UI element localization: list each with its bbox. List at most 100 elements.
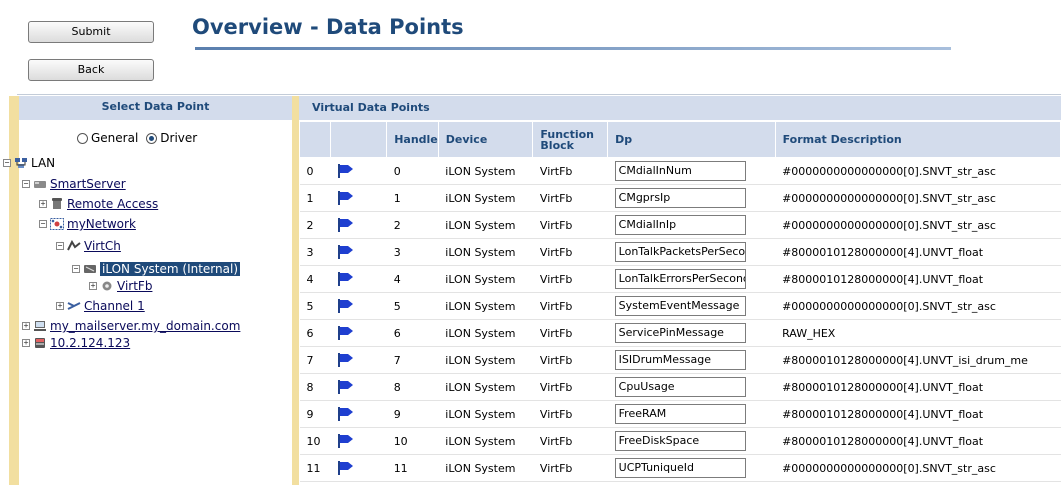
device-icon (84, 265, 96, 273)
cell-format: #0000000000000000[0].SNVT_str_asc (775, 454, 1061, 482)
table-row[interactable]: 9 9 iLON System VirtFb FreeRAM #8000010128000… (299, 400, 1061, 428)
row-index: 9 (299, 400, 331, 428)
cell-function-block: VirtFb (532, 292, 608, 320)
dp-input[interactable]: SystemEventMessage (614, 296, 746, 316)
dp-input[interactable]: ServicePinMessage (614, 323, 746, 343)
radio-general-label[interactable]: General (91, 131, 138, 145)
data-point-flag-icon[interactable] (330, 346, 387, 374)
expand-icon[interactable]: + (22, 322, 30, 330)
dp-input[interactable]: LonTalkErrorsPerSecond (614, 269, 746, 289)
dp-input[interactable]: ISIDrumMessage (614, 350, 746, 370)
col-format[interactable]: Format Description (774, 121, 1061, 158)
table-row[interactable]: 2 2 iLON System VirtFb CMdialInIp #0000000000… (299, 211, 1061, 239)
data-point-flag-icon[interactable] (330, 319, 387, 347)
table-row[interactable]: 10 10 iLON System VirtFb FreeDiskSpace #80000… (299, 427, 1061, 455)
table-row[interactable]: 3 3 iLON System VirtFb LonTalkPacketsPerSeco… (299, 238, 1061, 266)
tree-node-ilon-system[interactable]: − iLON System (Internal) (72, 261, 241, 277)
dp-input[interactable]: FreeRAM (614, 404, 746, 424)
cell-function-block: VirtFb (532, 454, 608, 482)
tree-node-smartserver[interactable]: − SmartServer (22, 176, 126, 192)
table-row[interactable]: 4 4 iLON System VirtFb LonTalkErrorsPerSecon… (299, 265, 1061, 293)
data-point-flag-icon[interactable] (330, 238, 387, 266)
table-row[interactable]: 7 7 iLON System VirtFb ISIDrumMessage #800001… (299, 346, 1061, 374)
cell-function-block: VirtFb (532, 157, 608, 185)
collapse-icon[interactable]: − (56, 242, 64, 250)
expand-icon[interactable]: + (89, 282, 97, 290)
tree-node-mailserver[interactable]: + my_mailserver.my_domain.com (22, 318, 240, 334)
table-row[interactable]: 6 6 iLON System VirtFb ServicePinMessage RAW_… (299, 319, 1061, 347)
tree-node-mynetwork[interactable]: − myNetwork (39, 216, 136, 232)
cell-function-block: VirtFb (532, 400, 608, 428)
tree-label-ilon-system: iLON System (Internal) (100, 262, 241, 276)
dp-input[interactable]: CMdialInNum (614, 161, 746, 181)
cell-format: #0000000000000000[0].SNVT_str_asc (775, 211, 1061, 239)
data-point-flag-icon[interactable] (330, 427, 387, 455)
collapse-icon[interactable]: − (72, 265, 80, 273)
data-point-flag-icon[interactable] (330, 211, 387, 239)
col-handle[interactable]: Handle (386, 121, 439, 158)
data-point-flag-icon[interactable] (330, 292, 387, 320)
panel-splitter[interactable] (292, 96, 299, 485)
cell-dp: SystemEventMessage (607, 292, 776, 320)
cell-format: #8000010128000000[4].UNVT_float (775, 427, 1061, 455)
table-header-row: Handle Device Function Block Dp Format D… (299, 121, 1061, 158)
expand-icon[interactable]: + (39, 200, 47, 208)
cell-device: iLON System (438, 265, 533, 293)
virtual-data-points-header: Virtual Data Points (299, 96, 1061, 120)
expand-icon[interactable]: + (56, 302, 64, 310)
expand-icon[interactable]: + (22, 339, 30, 347)
dp-input[interactable]: LonTalkPacketsPerSecond (614, 242, 746, 262)
data-point-flag-icon[interactable] (330, 400, 387, 428)
col-function-block[interactable]: Function Block (532, 121, 609, 158)
cell-device: iLON System (438, 373, 533, 401)
table-row[interactable]: 0 0 iLON System VirtFb CMdialInNum #000000000… (299, 157, 1061, 185)
cell-dp: UCPTuniqueId (607, 454, 776, 482)
cell-device: iLON System (438, 427, 533, 455)
data-point-flag-icon[interactable] (330, 184, 387, 212)
cell-handle: 1 (386, 184, 439, 212)
server-icon (35, 338, 45, 348)
dp-input[interactable]: CpuUsage (614, 377, 746, 397)
tree-node-remote-access[interactable]: + Remote Access (39, 196, 158, 212)
tree-node-channel1[interactable]: + Channel 1 (56, 298, 145, 314)
data-point-flag-icon[interactable] (330, 157, 387, 185)
cell-handle: 0 (386, 157, 439, 185)
tree-node-virtfb[interactable]: + VirtFb (89, 278, 152, 294)
tree-label-remote-access: Remote Access (67, 197, 159, 211)
tree-label-mailserver: my_mailserver.my_domain.com (50, 319, 241, 333)
table-row[interactable]: 1 1 iLON System VirtFb CMgprsIp #000000000000… (299, 184, 1061, 212)
channel-icon (67, 302, 81, 310)
cell-dp: ISIDrumMessage (607, 346, 776, 374)
data-point-flag-icon[interactable] (330, 373, 387, 401)
back-button[interactable]: Back (28, 59, 154, 81)
cell-device: iLON System (438, 319, 533, 347)
cell-device: iLON System (438, 454, 533, 482)
select-data-point-heading: Select Data Point (19, 96, 292, 120)
tree-node-lan[interactable]: − LAN (3, 155, 55, 171)
collapse-icon[interactable]: − (3, 159, 11, 167)
cell-handle: 8 (386, 373, 439, 401)
data-point-flag-icon[interactable] (330, 265, 387, 293)
collapse-icon[interactable]: − (22, 180, 30, 188)
dp-input[interactable]: CMdialInIp (614, 215, 746, 235)
col-device[interactable]: Device (437, 121, 534, 158)
table-row[interactable]: 11 11 iLON System VirtFb UCPTuniqueId #000000… (299, 454, 1061, 482)
tree-node-ip[interactable]: + 10.2.124.123 (22, 335, 130, 351)
cell-handle: 2 (386, 211, 439, 239)
table-row[interactable]: 5 5 iLON System VirtFb SystemEventMessage #00… (299, 292, 1061, 320)
row-index: 2 (299, 211, 331, 239)
dp-input[interactable]: CMgprsIp (614, 188, 746, 208)
dp-input[interactable]: UCPTuniqueId (614, 458, 746, 478)
network-icon (50, 218, 64, 230)
radio-general[interactable] (77, 132, 88, 144)
data-point-flag-icon[interactable] (330, 454, 387, 482)
submit-button[interactable]: Submit (28, 21, 154, 43)
table-row[interactable]: 8 8 iLON System VirtFb CpuUsage #800001012800… (299, 373, 1061, 401)
cell-function-block: VirtFb (532, 265, 608, 293)
collapse-icon[interactable]: − (39, 220, 47, 228)
tree-node-virtch[interactable]: − VirtCh (56, 238, 121, 254)
radio-driver-label[interactable]: Driver (160, 131, 197, 145)
radio-driver[interactable] (146, 132, 158, 144)
col-dp[interactable]: Dp (607, 121, 776, 158)
dp-input[interactable]: FreeDiskSpace (614, 431, 746, 451)
